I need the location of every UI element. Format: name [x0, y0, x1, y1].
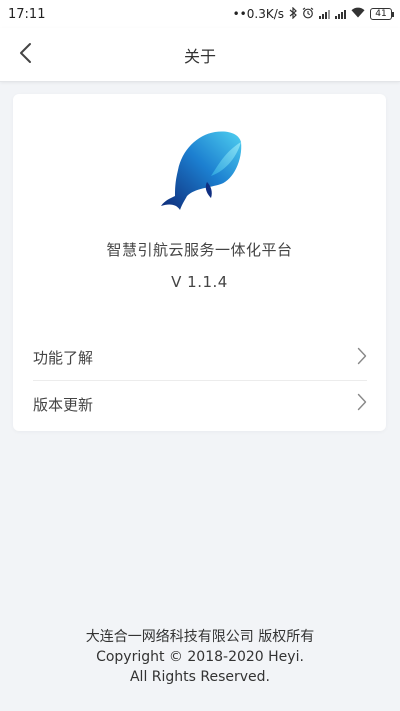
footer: 大连合一网络科技有限公司 版权所有 Copyright © 2018-2020 …	[0, 627, 400, 687]
menu-item-version-update[interactable]: 版本更新	[33, 381, 367, 427]
cell-signal-icon	[335, 9, 346, 19]
chevron-right-icon	[357, 347, 367, 369]
whale-logo-icon	[149, 130, 243, 212]
chevron-right-icon	[357, 393, 367, 415]
app-version: V 1.1.4	[171, 273, 228, 291]
chevron-left-icon	[19, 42, 33, 68]
status-icons: ••0.3K/s 41	[233, 6, 394, 22]
status-bar: 17:11 ••0.3K/s 41	[0, 0, 400, 28]
footer-company: 大连合一网络科技有限公司 版权所有	[85, 629, 315, 645]
battery-level: 41	[375, 9, 387, 19]
menu-item-label: 功能了解	[33, 349, 94, 367]
menu-item-features[interactable]: 功能了解	[33, 335, 367, 381]
nav-bar: 关于	[0, 28, 400, 82]
network-speed-value: 0.3K/s	[246, 7, 284, 21]
footer-rights: All Rights Reserved.	[129, 669, 271, 685]
status-time: 17:11	[8, 6, 46, 22]
alarm-icon	[302, 7, 314, 22]
page-title: 关于	[183, 47, 216, 66]
app-name: 智慧引航云服务一体化平台	[106, 241, 293, 259]
wifi-icon	[351, 7, 365, 21]
bluetooth-icon	[289, 6, 297, 22]
footer-copyright: Copyright © 2018-2020 Heyi.	[96, 649, 304, 665]
network-speed: ••0.3K/s	[233, 7, 284, 21]
battery-icon: 41	[370, 8, 394, 20]
network-speed-dots: ••	[232, 7, 247, 21]
back-button[interactable]	[10, 38, 42, 72]
about-card: 智慧引航云服务一体化平台 V 1.1.4 功能了解 版本更新	[13, 94, 386, 431]
cell-signal-icon	[319, 9, 330, 19]
menu-item-label: 版本更新	[33, 395, 94, 414]
